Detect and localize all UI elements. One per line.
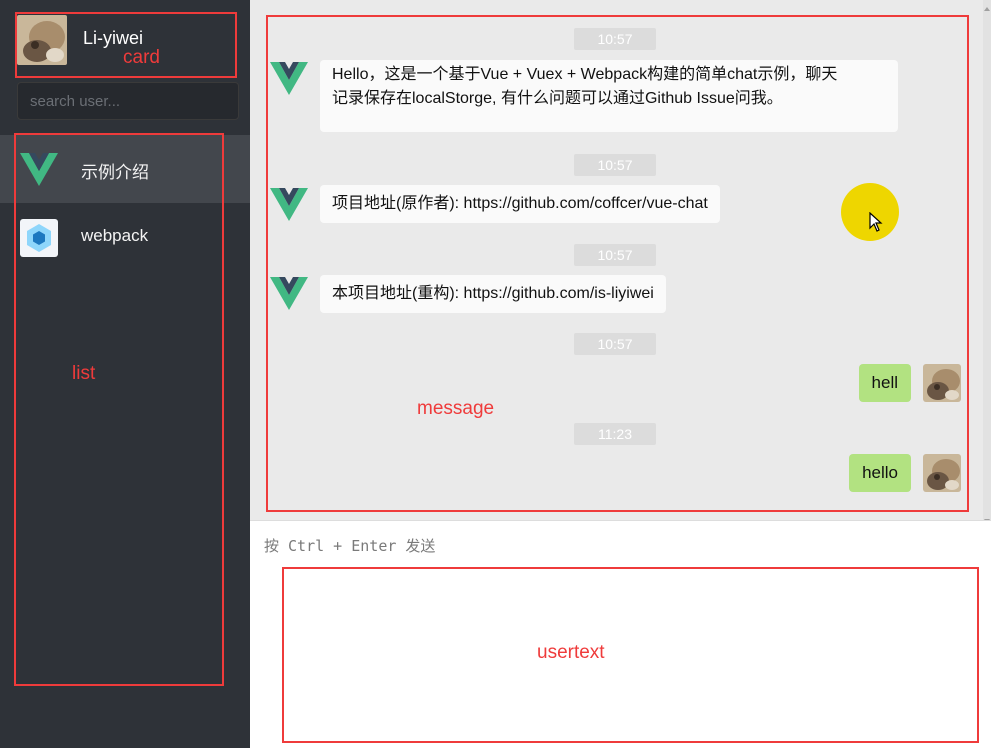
message-time: 10:57 (574, 244, 656, 266)
list-item-label: 示例介绍 (81, 163, 149, 182)
message-bubble: 项目地址(原作者): https://github.com/coffcer/vu… (320, 185, 720, 223)
mouse-cursor-icon (869, 211, 883, 237)
list-item-webpack[interactable]: webpack (0, 203, 250, 271)
scroll-down-icon[interactable] (983, 512, 991, 523)
message-time: 10:57 (574, 333, 656, 355)
session-list: 示例介绍 webpack (0, 135, 250, 271)
message-line: Hello，这是一个基于Vue + Vuex + Webpack构建的简单cha… (332, 66, 838, 83)
message-input[interactable] (250, 521, 991, 748)
message-annotation-label: message (417, 398, 495, 419)
self-message-bubble: hello (849, 454, 911, 492)
card-annotation-label: card (123, 47, 160, 68)
user-avatar[interactable] (17, 15, 67, 65)
webpack-logo-icon (20, 219, 58, 257)
message-time: 10:57 (574, 28, 656, 50)
chat-app: Li-yiwei 示例介绍 (0, 0, 991, 748)
list-item-intro[interactable]: 示例介绍 (0, 135, 250, 203)
message-panel[interactable]: 10:57 Hello，这是一个基于Vue + Vuex + Webpack构建… (250, 0, 991, 523)
self-avatar (923, 454, 961, 492)
vue-logo-icon (270, 275, 308, 311)
main-panel: 10:57 Hello，这是一个基于Vue + Vuex + Webpack构建… (250, 0, 991, 748)
message-time: 11:23 (574, 423, 656, 445)
vue-logo-icon (270, 186, 308, 222)
sidebar: Li-yiwei 示例介绍 (0, 0, 250, 748)
message-scrollbar[interactable] (983, 0, 991, 523)
message-line: 记录保存在localStorge, 有什么问题可以通过Github Issue问… (332, 90, 783, 107)
self-message-bubble: hell (858, 364, 911, 402)
scroll-up-icon[interactable] (983, 0, 991, 11)
message-time: 10:57 (574, 154, 656, 176)
usertext-annotation-label: usertext (537, 642, 605, 663)
list-annotation-label: list (72, 363, 96, 384)
vue-logo-icon (20, 151, 58, 187)
search-input[interactable] (17, 82, 239, 120)
vue-logo-icon (270, 60, 308, 96)
list-item-label: webpack (81, 226, 149, 245)
message-bubble: Hello，这是一个基于Vue + Vuex + Webpack构建的简单cha… (320, 60, 898, 132)
message-bubble: 本项目地址(重构): https://github.com/is-liyiwei (320, 275, 666, 313)
usertext-panel (250, 520, 991, 748)
user-name: Li-yiwei (83, 28, 144, 48)
self-avatar (923, 364, 961, 402)
